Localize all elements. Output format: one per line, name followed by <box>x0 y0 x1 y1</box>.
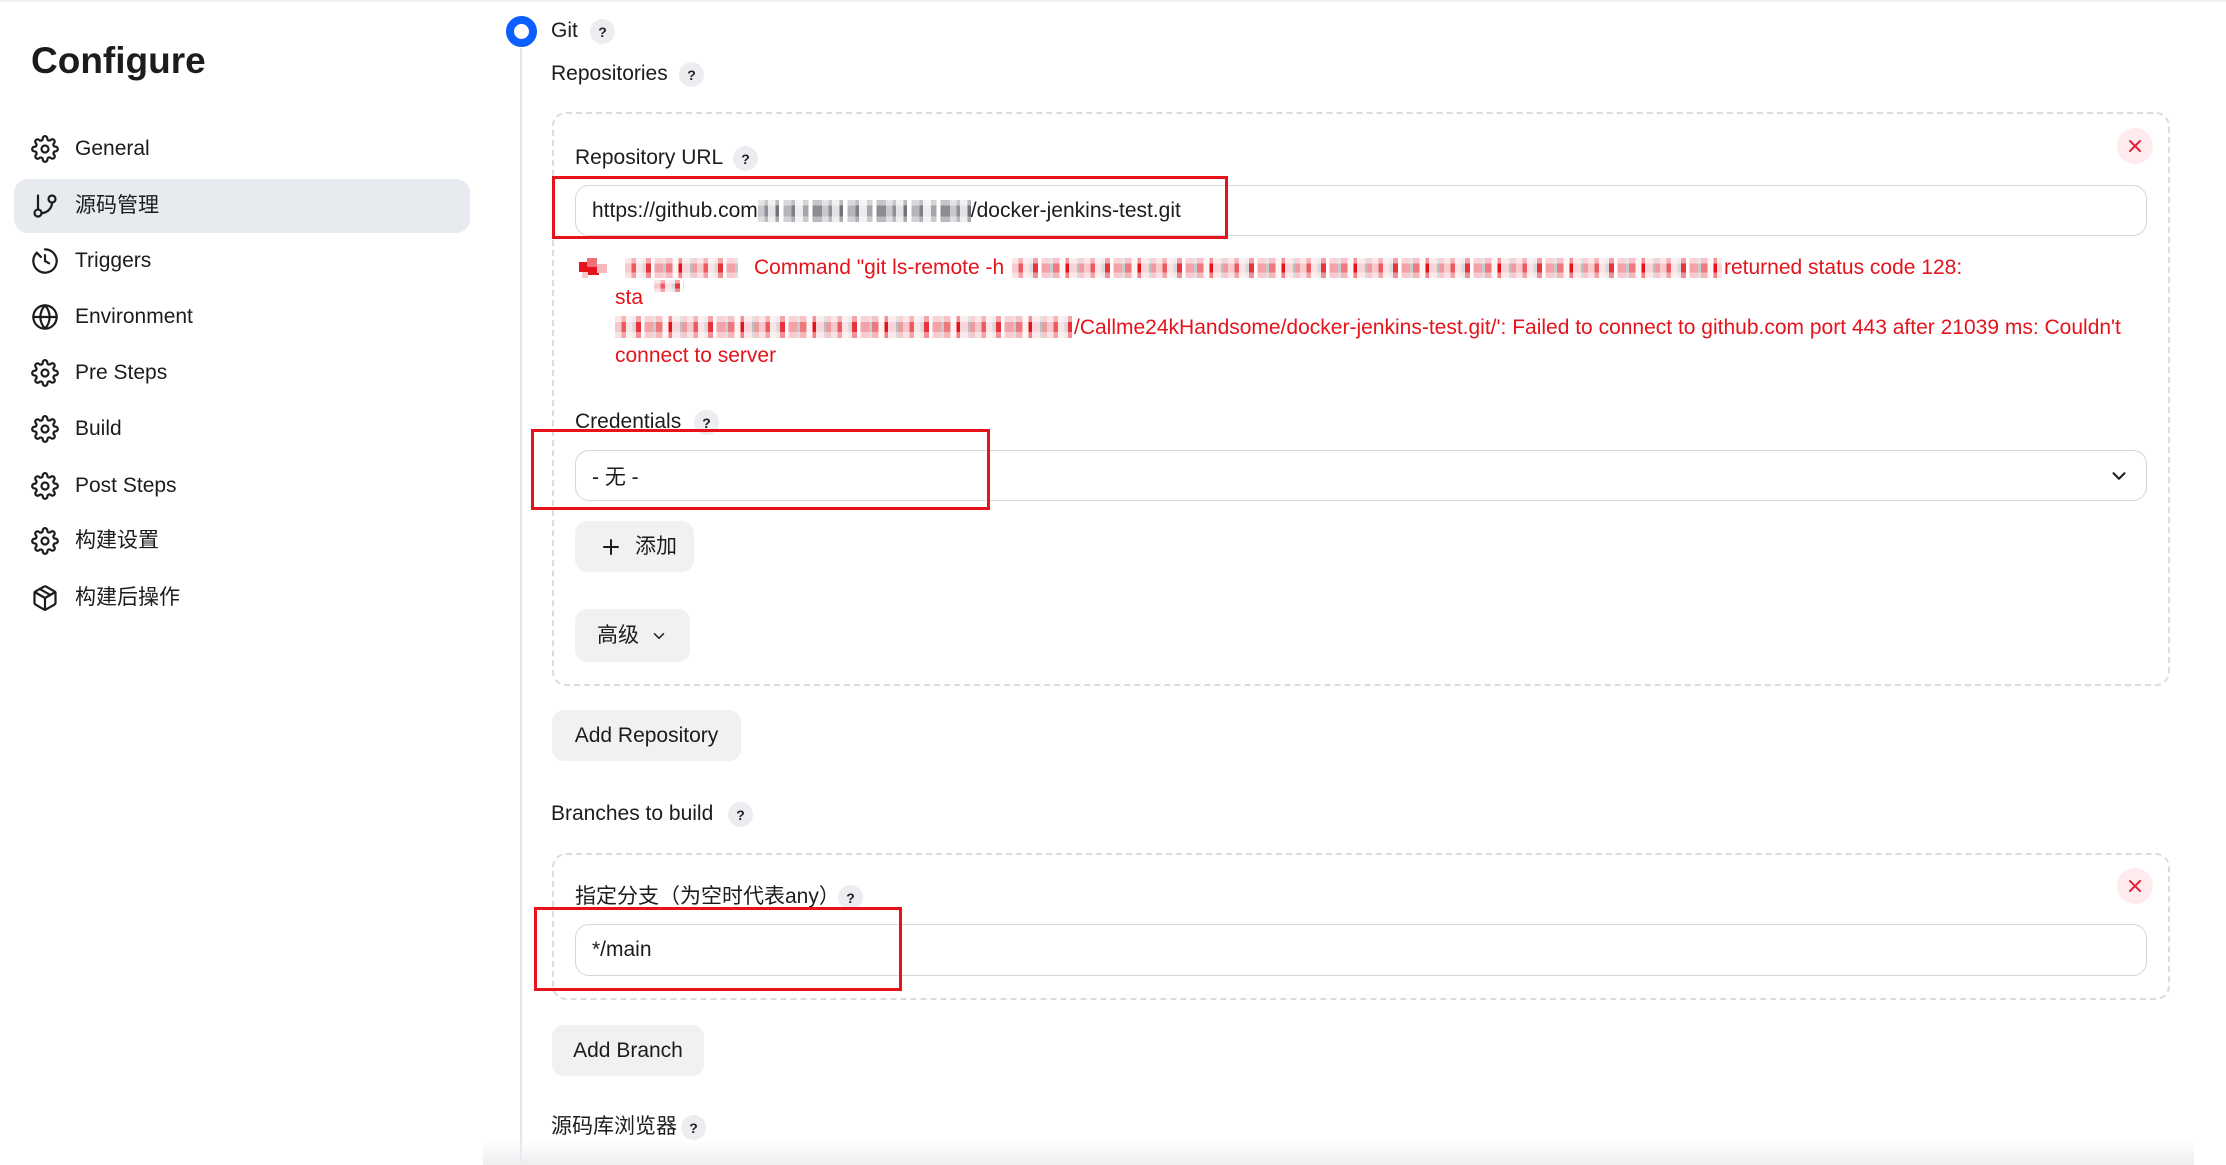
add-credentials-button[interactable]: 添加 <box>575 521 694 572</box>
redacted-block <box>615 316 1072 338</box>
plus-icon <box>603 538 619 555</box>
credentials-label: Credentials <box>575 410 682 433</box>
redacted-block <box>757 199 971 222</box>
sidebar-item-post-build-actions[interactable]: 构建后操作 <box>14 571 470 625</box>
gear-icon <box>31 527 59 555</box>
sticky-footer-shadow <box>483 1140 2194 1165</box>
branches-label: Branches to build <box>551 802 714 825</box>
repository-url-input[interactable]: https://github.com /docker-jenkins-test.… <box>575 185 2147 236</box>
sidebar-item-scm[interactable]: 源码管理 <box>14 179 470 233</box>
page-title: Configure <box>31 40 206 81</box>
gear-icon <box>31 415 59 443</box>
credentials-help-button[interactable]: ? <box>694 410 719 435</box>
sidebar-item-label: Post Steps <box>75 474 177 497</box>
error-line-3: /Callme24kHandsome/docker-jenkins-test.g… <box>1074 316 2121 339</box>
git-label: Git <box>551 19 578 42</box>
sidebar-item-post-steps[interactable]: Post Steps <box>14 459 470 513</box>
redacted-block <box>654 280 684 292</box>
sidebar-item-label: Build <box>75 417 122 440</box>
add-credentials-label: 添加 <box>635 534 677 558</box>
redacted-block <box>1012 258 1722 278</box>
sidebar-item-label: Triggers <box>75 249 152 272</box>
sidebar-item-triggers[interactable]: Triggers <box>14 234 470 288</box>
close-icon <box>2129 140 2141 152</box>
repository-browser-help-button[interactable]: ? <box>681 1115 706 1140</box>
gear-icon <box>31 472 59 500</box>
add-branch-button[interactable]: Add Branch <box>552 1025 704 1076</box>
sidebar-item-label: 源码管理 <box>75 194 159 217</box>
chevron-down-icon <box>653 632 665 639</box>
error-status-text: returned status code 128: <box>1724 256 1963 279</box>
gear-icon <box>31 359 59 387</box>
error-icon <box>579 258 607 278</box>
credentials-select[interactable]: - 无 - <box>575 450 2147 501</box>
branch-specifier-input[interactable] <box>575 924 2147 976</box>
sidebar-item-general[interactable]: General <box>14 122 470 176</box>
sidebar-item-label: 构建设置 <box>75 529 159 552</box>
sidebar-item-label: Environment <box>75 305 193 328</box>
sidebar-item-pre-steps[interactable]: Pre Steps <box>14 346 470 400</box>
sidebar-item-build-settings[interactable]: 构建设置 <box>14 514 470 568</box>
globe-icon <box>31 303 59 331</box>
add-repository-button[interactable]: Add Repository <box>552 710 741 761</box>
advanced-label: 高级 <box>597 623 639 647</box>
sidebar-item-label: General <box>75 137 150 160</box>
repository-browser-label: 源码库浏览器 <box>551 1115 677 1138</box>
repositories-help-button[interactable]: ? <box>679 62 704 87</box>
gear-icon <box>31 135 59 163</box>
sidebar-item-label: 构建后操作 <box>75 586 180 609</box>
branch-specifier-help-button[interactable]: ? <box>838 885 863 910</box>
branch-specifier-label: 指定分支（为空时代表any） <box>575 885 840 908</box>
chevron-down-icon <box>2112 472 2126 480</box>
advanced-button[interactable]: 高级 <box>575 609 690 662</box>
error-line-2: sta <box>615 286 644 309</box>
repository-url-value-start: https://github.com <box>592 198 758 222</box>
repository-url-help-button[interactable]: ? <box>733 146 758 171</box>
close-icon <box>2129 880 2141 892</box>
remove-repository-button[interactable] <box>2117 128 2153 164</box>
sidebar-item-label: Pre Steps <box>75 361 168 384</box>
package-icon <box>31 584 59 612</box>
repository-url-label: Repository URL <box>575 146 724 169</box>
repositories-label: Repositories <box>551 62 668 85</box>
top-border <box>0 0 2226 2</box>
sidebar-item-environment[interactable]: Environment <box>14 290 470 344</box>
section-guide-line <box>520 48 522 1165</box>
git-branch-icon <box>31 192 59 220</box>
error-line-4: connect to server <box>615 344 777 367</box>
error-command-text: Command "git ls-remote -h <box>754 256 1005 279</box>
sidebar-item-build[interactable]: Build <box>14 402 470 456</box>
remove-branch-button[interactable] <box>2117 868 2153 904</box>
branches-help-button[interactable]: ? <box>728 802 753 827</box>
clock-icon <box>31 247 59 275</box>
repository-url-value-end: /docker-jenkins-test.git <box>970 198 1181 222</box>
git-help-button[interactable]: ? <box>590 19 615 44</box>
git-radio[interactable] <box>506 16 537 47</box>
redacted-block <box>625 258 738 278</box>
credentials-selected-value: - 无 - <box>592 465 639 489</box>
